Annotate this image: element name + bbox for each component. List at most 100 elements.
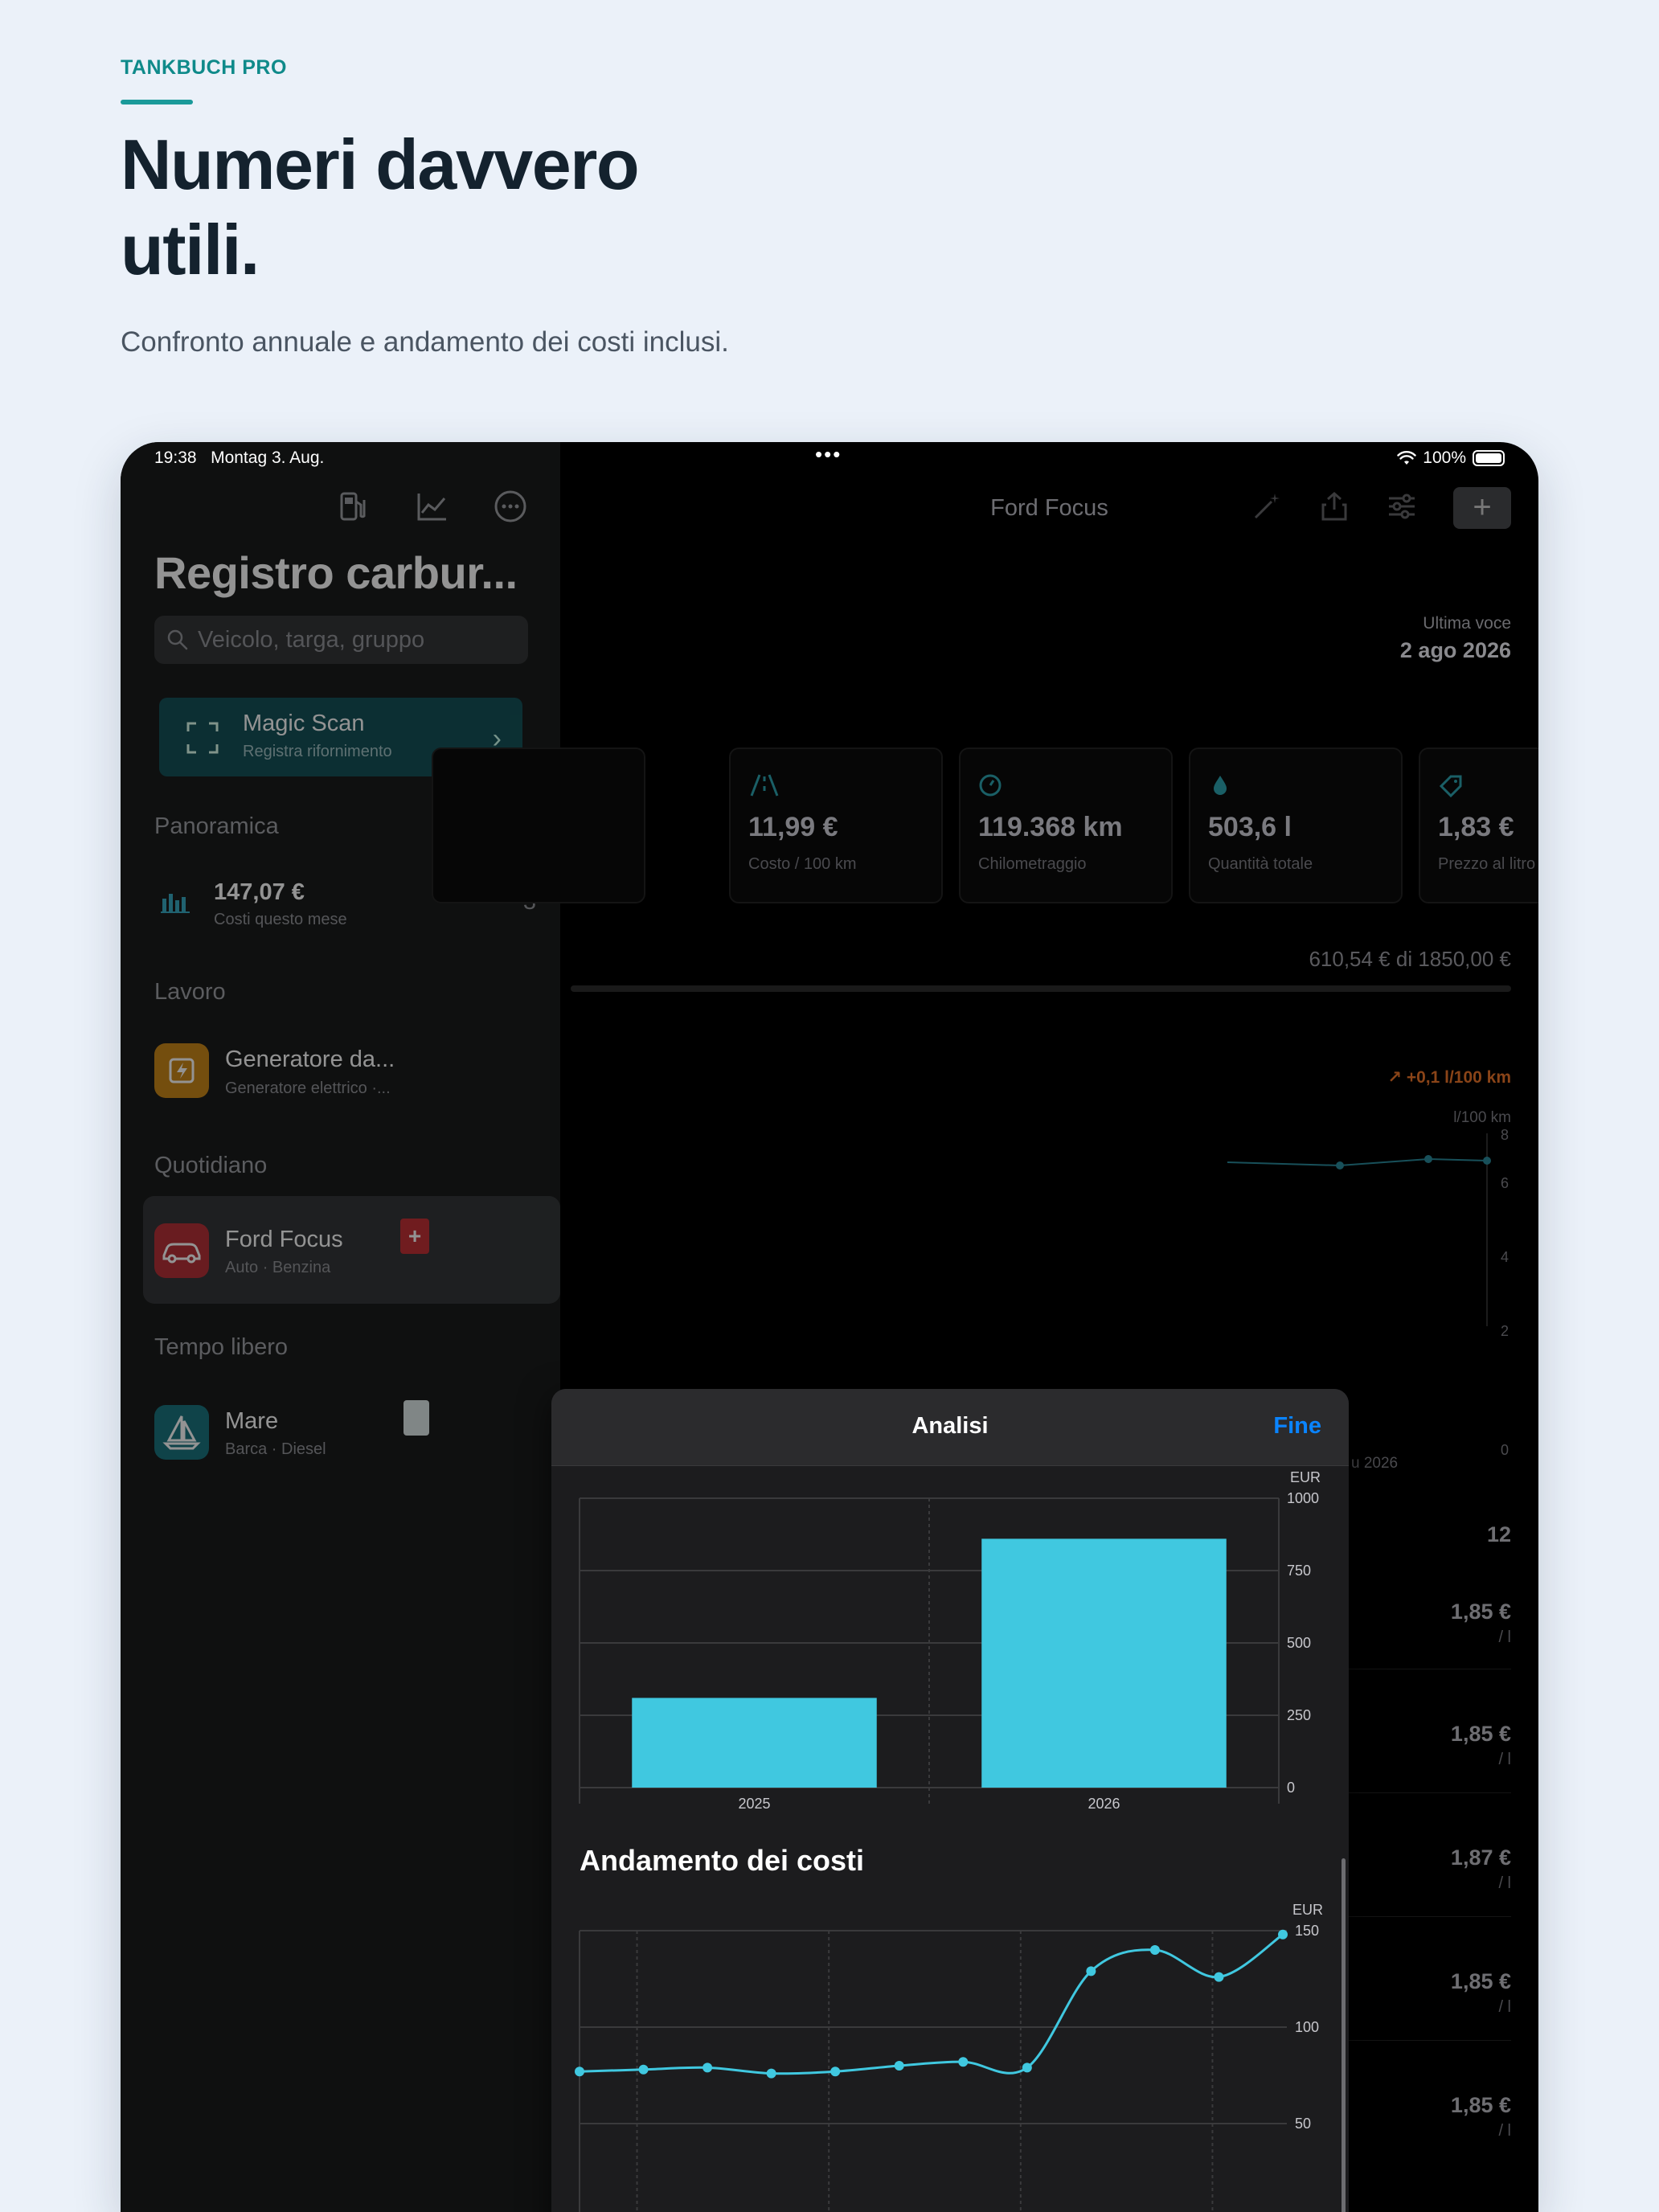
- cost-trend-chart: EUR150100500set 2025dic 2025mar 2026giu …: [575, 1902, 1323, 2212]
- battery-icon: [1473, 450, 1505, 466]
- stat-card-total-quantity[interactable]: 503,6 l Quantità totale: [1189, 748, 1403, 903]
- stat-label: Chilometraggio: [978, 855, 1087, 873]
- y-axis-unit: EUR: [1292, 1902, 1323, 1918]
- consumption-tick: 6: [1501, 1175, 1509, 1191]
- done-button[interactable]: Fine: [1273, 1413, 1321, 1440]
- entry-price: 1,85 €: [1450, 1969, 1511, 1993]
- headline-line-1: Numeri davvero: [121, 125, 640, 204]
- nav-actions: +: [1251, 487, 1511, 529]
- status-clock: 19:38: [154, 449, 197, 467]
- bar: [632, 1698, 877, 1788]
- annual-comparison-chart: EUR 1000 750 500 250 0 2025 2026: [579, 1469, 1321, 1812]
- consumption-tick-bottom: 0: [1501, 1442, 1509, 1458]
- stat-card-cost-per-100km[interactable]: 11,99 € Costo / 100 km: [729, 748, 943, 903]
- last-entry-label: Ultima voce: [1423, 614, 1511, 633]
- vehicle-subtitle: Barca · Diesel: [225, 1440, 326, 1458]
- y-tick-label: 250: [1287, 1707, 1311, 1723]
- entry-price: 1,87 €: [1450, 1845, 1511, 1870]
- y-axis-unit: EUR: [1290, 1469, 1321, 1485]
- vehicle-subtitle: Generatore elettrico ·...: [225, 1079, 391, 1097]
- chart-line-icon[interactable]: [414, 489, 449, 524]
- overview-amount: 147,07 €: [214, 879, 305, 905]
- overview-label: Costi questo mese: [214, 911, 347, 928]
- eyebrow-rule: [121, 100, 193, 104]
- headline: Numeri davvero utili.: [121, 122, 844, 293]
- vehicle-title: Ford Focus: [225, 1227, 343, 1252]
- stat-value: 1,83 €: [1438, 812, 1514, 842]
- road-icon: [748, 773, 779, 797]
- entry-unit: / l: [1498, 1874, 1511, 1892]
- section-tempo-libero: Tempo libero: [154, 1334, 289, 1360]
- entry-unit: / l: [1498, 1751, 1511, 1768]
- car-icon: [154, 1223, 209, 1278]
- y-tick-label: 0: [1287, 1780, 1295, 1796]
- data-point: [1086, 1966, 1096, 1976]
- y-tick-label: 50: [1295, 2116, 1311, 2132]
- boat-thumbnail-icon: [403, 1400, 429, 1436]
- data-point: [1278, 1929, 1288, 1940]
- entry-unit: / l: [1498, 1998, 1511, 2016]
- sidebar-toolbar: [335, 489, 528, 524]
- analysis-sheet: Analisi Fine EUR 1000 750 500 250 0 2025 2026 A…: [551, 1389, 1349, 2212]
- stat-card-partial: [432, 748, 645, 903]
- data-point: [894, 2061, 904, 2071]
- subhead: Confronto annuale e andamento dei costi …: [121, 326, 729, 358]
- budget-progress: [571, 985, 1511, 992]
- stat-card-mileage[interactable]: 119.368 km Chilometraggio: [959, 748, 1173, 903]
- stat-label: Quantità totale: [1208, 855, 1313, 873]
- data-point: [958, 2057, 969, 2067]
- consumption-tick: 2: [1501, 1323, 1509, 1339]
- scroll-indicator[interactable]: [1342, 1858, 1346, 2212]
- wifi-icon: [1397, 451, 1416, 465]
- y-tick-label: 100: [1295, 2019, 1319, 2035]
- bar: [981, 1538, 1227, 1788]
- section-lavoro: Lavoro: [154, 979, 226, 1005]
- stat-value: 503,6 l: [1208, 812, 1292, 842]
- multitasking-dots[interactable]: •••: [815, 442, 842, 467]
- consumption-chart: l/100 km 8 6 4 2: [1227, 1109, 1511, 1339]
- scan-frame-icon: [186, 722, 219, 758]
- data-point: [575, 2067, 584, 2077]
- budget-text: 610,54 € di 1850,00 €: [1309, 947, 1511, 971]
- stat-value: 119.368 km: [978, 812, 1123, 842]
- search-placeholder: Veicolo, targa, gruppo: [198, 626, 425, 653]
- series-line: [579, 1933, 1284, 2075]
- stat-card-price-per-liter[interactable]: 1,83 € Prezzo al litro: [1419, 748, 1538, 903]
- eyebrow-label: TANKBUCH PRO: [121, 56, 287, 79]
- headline-line-2: utili.: [121, 210, 260, 289]
- battery-percent: 100%: [1423, 449, 1466, 467]
- entry-price: 1,85 €: [1450, 1600, 1511, 1624]
- data-point: [1214, 1972, 1224, 1982]
- y-tick-label: 150: [1295, 1923, 1319, 1939]
- entry-unit: / l: [1498, 2122, 1511, 2140]
- sidebar: Registro carbur... Veicolo, targa, grupp…: [121, 442, 560, 2212]
- data-point: [766, 2068, 776, 2079]
- magic-wand-icon[interactable]: [1251, 490, 1283, 526]
- search-field[interactable]: Veicolo, targa, gruppo: [154, 616, 528, 664]
- fuel-pump-icon[interactable]: [335, 489, 371, 524]
- add-entry-button[interactable]: +: [1453, 487, 1511, 529]
- sliders-icon[interactable]: [1386, 490, 1418, 526]
- search-icon: [167, 629, 188, 650]
- data-point: [638, 2064, 649, 2075]
- arrow-up-right-icon: ↗: [1387, 1068, 1402, 1087]
- stat-label: Prezzo al litro: [1438, 855, 1536, 873]
- gauge-icon: [978, 773, 1002, 797]
- entries-count: 12: [1486, 1522, 1511, 1546]
- vehicle-title: Mare: [225, 1408, 279, 1434]
- data-point: [830, 2067, 841, 2077]
- stat-value: 11,99 €: [748, 812, 838, 842]
- data-point: [1022, 2062, 1032, 2073]
- section-overview: Panoramica: [154, 813, 279, 839]
- consumption-tick: 8: [1501, 1127, 1509, 1143]
- bolt-icon: [154, 1043, 209, 1098]
- sidebar-title: Registro carbur...: [154, 547, 518, 598]
- data-point: [1149, 1945, 1160, 1955]
- x-tick-label: 2026: [1088, 1796, 1120, 1812]
- y-tick-label: 1000: [1287, 1490, 1319, 1506]
- share-icon[interactable]: [1318, 490, 1350, 526]
- bar-chart-icon: [161, 889, 190, 917]
- status-bar: 19:38 Montag 3. Aug. ••• 100%: [121, 442, 1538, 477]
- more-icon[interactable]: [493, 489, 528, 524]
- magic-scan-subtitle: Registra rifornimento: [243, 743, 392, 760]
